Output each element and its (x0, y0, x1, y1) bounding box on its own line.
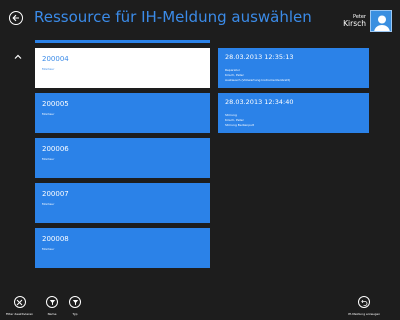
resource-number: 200005 (42, 100, 69, 108)
entry-person: Kirsch, Peter (225, 73, 244, 77)
entry-date: 28.03.2013 12:34:40 (225, 98, 294, 106)
entry-type: Störung (225, 113, 237, 117)
chevron-up-icon[interactable] (13, 47, 23, 59)
resource-number: 200007 (42, 190, 69, 198)
resource-card[interactable]: 200006 Monteur (35, 138, 210, 178)
resource-card[interactable]: 200005 Monteur (35, 93, 210, 133)
resource-label: Monteur (42, 202, 55, 206)
user-icon (374, 15, 390, 31)
user-last-name: Kirsch (343, 18, 366, 28)
page-title: Ressource für IH-Meldung auswählen (34, 8, 312, 26)
entry-person: Kirsch, Peter (225, 118, 244, 122)
user-info[interactable]: Peter Kirsch (343, 10, 392, 32)
maintenance-entry-card[interactable]: 28.03.2013 12:35:13 Reparatur Kirsch, Pe… (218, 48, 369, 88)
resource-card[interactable]: 200007 Monteur (35, 183, 210, 223)
filter-name-button[interactable]: Name (46, 296, 58, 316)
entry-description: Austausch (Vollwartung Instrumentenbrett… (225, 78, 291, 82)
resource-card[interactable]: 200004 Monteur (35, 48, 210, 88)
resource-number: 200008 (42, 235, 69, 243)
undo-icon (360, 299, 367, 306)
avatar (370, 10, 392, 32)
app-bar: Filter deaktivieren Name Typ IH-Meldung … (0, 288, 400, 320)
arrow-left-icon (12, 14, 19, 22)
maintenance-entry-card[interactable]: 28.03.2013 12:34:40 Störung Kirsch, Pete… (218, 93, 369, 133)
resource-label: Monteur (42, 157, 55, 161)
filter-icon (72, 299, 78, 305)
entry-date: 28.03.2013 12:35:13 (225, 53, 294, 61)
resource-number: 200004 (42, 55, 69, 63)
entry-type: Reparatur (225, 68, 240, 72)
filter-icon (49, 299, 55, 305)
filter-off-button[interactable]: Filter deaktivieren (6, 296, 33, 316)
filter-type-button[interactable]: Typ (69, 296, 81, 316)
resource-card[interactable]: 200008 Monteur (35, 228, 210, 268)
back-button[interactable] (9, 11, 23, 25)
entry-description: Störung Bedienpult (225, 123, 255, 127)
resource-label: Monteur (42, 67, 55, 71)
header: Ressource für IH-Meldung auswählen Peter… (0, 0, 400, 40)
resource-number: 200006 (42, 145, 69, 153)
resource-label: Monteur (42, 112, 55, 116)
list-top-edge (35, 40, 210, 43)
close-icon (16, 299, 23, 305)
filter-name-label: Name (47, 312, 57, 316)
create-notification-label: IH-Meldung erzeugen (348, 312, 381, 316)
filter-off-label: Filter deaktivieren (6, 312, 34, 316)
filter-type-label: Typ (72, 312, 78, 316)
resource-label: Monteur (42, 247, 55, 251)
create-notification-button[interactable]: IH-Meldung erzeugen (348, 296, 380, 316)
